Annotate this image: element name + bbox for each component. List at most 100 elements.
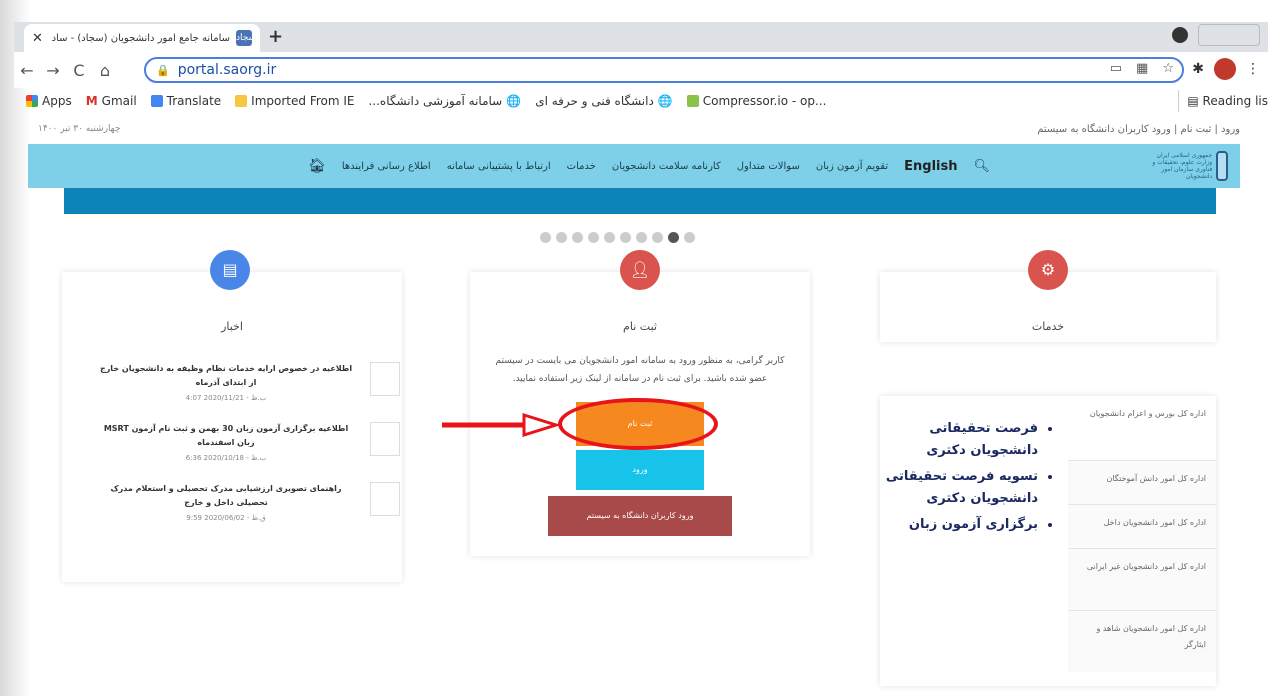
url-text: portal.saorg.ir xyxy=(177,62,277,78)
main-menu: 🏠︎ اطلاع رسانی فرایندها ارتباط با پشتیبا… xyxy=(308,144,990,188)
bookmark-label: Apps xyxy=(42,94,72,108)
reading-list-label: Reading lis xyxy=(1202,94,1268,108)
english-link[interactable]: English xyxy=(904,159,957,174)
university-login-button[interactable]: ورود کاربران دانشگاه به سیستم xyxy=(548,496,732,536)
slider-dot[interactable] xyxy=(684,232,695,243)
slider-dot-active[interactable] xyxy=(668,232,679,243)
menu-item-services[interactable]: خدمات xyxy=(567,161,596,172)
register-description: کاربر گرامی، به منظور ورود به سامانه امو… xyxy=(495,356,785,384)
bookmark-translate[interactable]: Translate xyxy=(150,94,222,108)
slider-dot[interactable] xyxy=(572,232,583,243)
slider-dot[interactable] xyxy=(588,232,599,243)
address-bar-actions: ▭ ▦ ☆ xyxy=(1110,61,1174,76)
menu-item-processes[interactable]: اطلاع رسانی فرایندها xyxy=(342,161,431,172)
login-button[interactable]: ورود xyxy=(576,450,704,490)
services-list-card: فرصت تحقیقاتی دانشجویان دکتری تسویه فرصت… xyxy=(880,396,1216,686)
bookmark-star-icon[interactable]: ☆ xyxy=(1162,61,1174,76)
new-tab-button[interactable]: + xyxy=(268,26,283,47)
menu-icon[interactable]: ⋮ xyxy=(1246,61,1260,77)
folder-icon xyxy=(235,95,248,107)
news-text[interactable]: اطلاعیه برگزاری آزمون زبان 30 بهمن و ثبت… xyxy=(96,422,356,450)
tab-title: سامانه جامع امور دانشجویان (سجاد) - ساد xyxy=(51,32,230,44)
globe-icon: 🌐 xyxy=(506,94,522,108)
bookmark-label: سامانه آموزشی دانشگاه... xyxy=(368,94,503,108)
news-date: 6:36 ب.ظ - 2020/10/18 xyxy=(185,454,267,462)
slider-dot[interactable] xyxy=(652,232,663,243)
home-icon[interactable]: ⌂ xyxy=(92,61,118,80)
bookmark-tvu[interactable]: 🌐 دانشگاه فنی و حرفه ای xyxy=(535,94,673,108)
search-icon[interactable]: 🔍︎ xyxy=(973,159,990,174)
lock-icon[interactable]: 🔒 xyxy=(156,64,170,77)
browser-tab[interactable]: ✕ سامانه جامع امور دانشجویان (سجاد) - سا… xyxy=(24,24,260,52)
forward-icon[interactable]: → xyxy=(40,61,66,80)
qr-icon[interactable]: ▦ xyxy=(1136,61,1148,76)
bookmark-imported[interactable]: Imported From IE xyxy=(235,94,354,108)
menu-item-support[interactable]: ارتباط با پشتیبانی سامانه xyxy=(447,161,551,172)
bookmark-compressor[interactable]: Compressor.io - op... xyxy=(686,94,827,108)
news-item[interactable]: اطلاعیه برگزاری آزمون زبان 30 بهمن و ثبت… xyxy=(80,422,400,468)
featured-service-link[interactable]: فرصت تحقیقاتی دانشجویان دکتری xyxy=(880,418,1038,462)
home-icon[interactable]: 🏠︎ xyxy=(308,158,326,174)
news-icon: ▤ xyxy=(210,250,250,290)
site-navbar: جمهوری اسلامی ایران وزارت علوم، تحقیقات … xyxy=(28,144,1240,188)
news-text[interactable]: اطلاعیه در خصوص ارایه خدمات نظام وظیفه ب… xyxy=(96,362,356,390)
bookmark-label: Imported From IE xyxy=(251,94,355,108)
bookmark-apps[interactable]: Apps xyxy=(26,94,72,108)
news-text[interactable]: راهنمای تصویری ارزشیابی مدرک تحصیلی و اس… xyxy=(96,482,356,510)
featured-service-link[interactable]: تسویه فرصت تحقیقاتی دانشجویان دکتری xyxy=(880,466,1038,510)
extensions-icon[interactable]: ✱ xyxy=(1192,61,1204,77)
bookmark-label: Compressor.io - op... xyxy=(702,94,827,108)
menu-item-health[interactable]: کارنامه سلامت دانشجویان xyxy=(612,161,721,172)
emblem-icon xyxy=(1216,151,1228,181)
reload-icon[interactable]: C xyxy=(66,61,92,80)
profile-menu-icon[interactable] xyxy=(1172,27,1188,43)
translate-icon xyxy=(150,95,163,107)
department-tabs: اداره کل بورس و اعزام دانشجویان اداره کل… xyxy=(1068,396,1216,672)
address-bar[interactable]: 🔒 portal.saorg.ir ▭ ▦ ☆ xyxy=(144,57,1184,83)
compressor-icon xyxy=(686,95,699,107)
slider-dot[interactable] xyxy=(620,232,631,243)
bookmark-label: Translate xyxy=(166,94,222,108)
slider-dots xyxy=(540,232,695,243)
news-thumbnail[interactable] xyxy=(370,422,400,456)
services-card: ⚙ خدمات xyxy=(880,250,1216,342)
annotation-arrow-icon xyxy=(442,413,560,437)
apps-grid-icon xyxy=(26,95,38,107)
globe-icon: 🌐 xyxy=(657,94,673,108)
site-logo[interactable]: جمهوری اسلامی ایران وزارت علوم، تحقیقات … xyxy=(1142,148,1228,184)
bookmark-uni-edu[interactable]: 🌐 سامانه آموزشی دانشگاه... xyxy=(368,94,521,108)
department-tab[interactable]: اداره کل امور دانشجویان غیر ایرانی xyxy=(1068,548,1216,610)
screenshot-frame: ✕ سامانه جامع امور دانشجویان (سجاد) - سا… xyxy=(0,0,1268,696)
department-tab[interactable]: اداره کل بورس و اعزام دانشجویان xyxy=(1068,396,1216,460)
menu-item-exam-calendar[interactable]: تقویم آزمون زبان xyxy=(816,161,888,172)
close-tab-icon[interactable]: ✕ xyxy=(32,31,43,46)
top-links[interactable]: ورود | ثبت نام | ورود کاربران دانشگاه به… xyxy=(1037,124,1240,135)
department-tab[interactable]: اداره کل امور دانشجویان داخل xyxy=(1068,504,1216,548)
news-item[interactable]: اطلاعیه در خصوص ارایه خدمات نظام وظیفه ب… xyxy=(80,362,400,408)
reading-list[interactable]: ▤ Reading lis xyxy=(1178,90,1268,112)
avatar[interactable] xyxy=(1214,58,1236,80)
department-tab[interactable]: اداره کل امور دانشجویان شاهد و ایثارگر xyxy=(1068,610,1216,672)
news-card: ▤ اخبار اطلاعیه در خصوص ارایه خدمات نظام… xyxy=(62,250,402,582)
news-item[interactable]: راهنمای تصویری ارزشیابی مدرک تحصیلی و اس… xyxy=(80,482,400,528)
department-tab[interactable]: اداره کل امور دانش آموختگان xyxy=(1068,460,1216,504)
news-thumbnail[interactable] xyxy=(370,362,400,396)
gmail-icon: M xyxy=(85,94,98,108)
featured-service-link[interactable]: برگزاری آزمون زبان xyxy=(880,514,1038,536)
slider-dot[interactable] xyxy=(556,232,567,243)
menu-item-faq[interactable]: سوالات متداول xyxy=(737,161,800,172)
window-buttons[interactable] xyxy=(1198,24,1260,46)
slider-dot[interactable] xyxy=(636,232,647,243)
toolbar-right: ✱ ⋮ xyxy=(1192,58,1260,80)
slider-dot[interactable] xyxy=(604,232,615,243)
back-icon[interactable]: ← xyxy=(14,61,40,80)
read-mode-icon[interactable]: ▭ xyxy=(1110,61,1122,76)
news-thumbnail[interactable] xyxy=(370,482,400,516)
current-date: چهارشنبه ۳۰ تیر ۱۴۰۰ xyxy=(38,124,121,134)
slider-dot[interactable] xyxy=(540,232,551,243)
bookmark-label: Gmail xyxy=(101,94,137,108)
bookmarks-bar: Apps M Gmail Translate Imported From IE 🌐… xyxy=(14,90,1268,112)
bookmark-gmail[interactable]: M Gmail xyxy=(86,94,137,108)
services-title: خدمات xyxy=(1031,320,1065,333)
annotation-ring xyxy=(558,398,718,450)
